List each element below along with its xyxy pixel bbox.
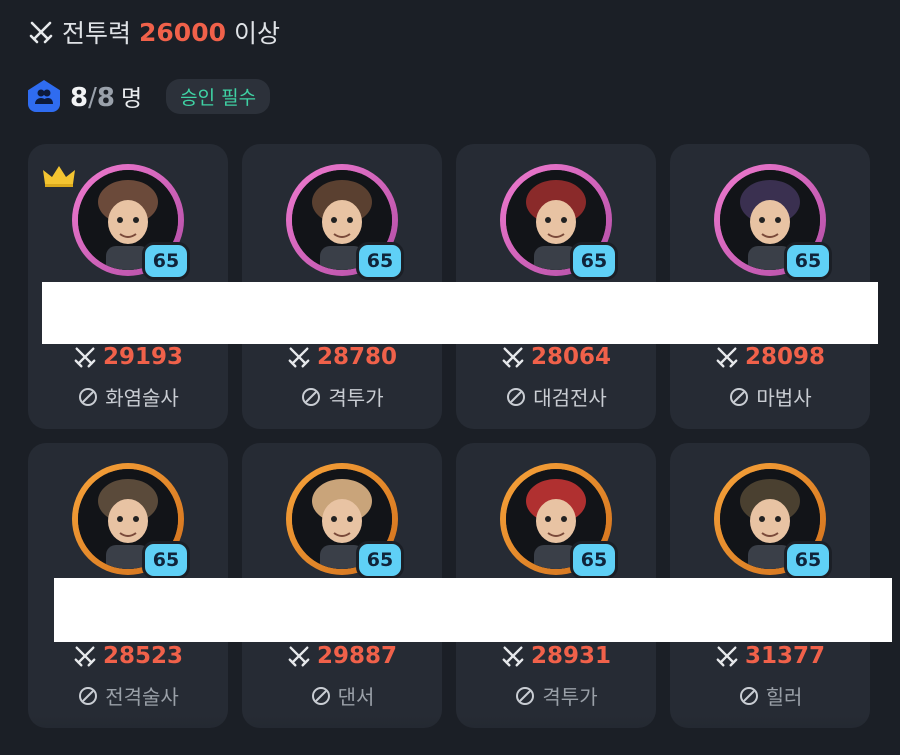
crossed-swords-icon bbox=[74, 347, 96, 368]
approval-required-badge: 승인 필수 bbox=[166, 78, 271, 114]
member-class: 대검전사 bbox=[456, 382, 656, 411]
combat-power-value: 29193 bbox=[102, 344, 184, 370]
crossed-swords-icon bbox=[716, 646, 738, 667]
redacted-names-row-2 bbox=[54, 578, 892, 642]
level-badge: 65 bbox=[784, 242, 832, 280]
member-avatar: 65 bbox=[500, 164, 618, 280]
member-avatar: 65 bbox=[72, 463, 190, 579]
combat-power-value: 31377 bbox=[744, 643, 826, 669]
crossed-swords-icon bbox=[288, 347, 310, 368]
redacted-names-row-1 bbox=[42, 282, 878, 344]
member-combat-power: 28931 bbox=[456, 643, 656, 669]
class-icon bbox=[739, 686, 758, 705]
crossed-swords-icon bbox=[74, 646, 96, 667]
member-avatar: 65 bbox=[714, 463, 832, 579]
member-class: 댄서 bbox=[242, 681, 442, 710]
requirement-label: 전투력 bbox=[62, 19, 132, 48]
class-icon bbox=[79, 686, 98, 705]
level-badge: 65 bbox=[356, 242, 404, 280]
member-combat-power: 28098 bbox=[670, 344, 870, 370]
class-icon bbox=[507, 387, 526, 406]
level-badge: 65 bbox=[142, 541, 190, 579]
member-avatar: 65 bbox=[72, 164, 190, 280]
class-name: 댄서 bbox=[337, 685, 375, 709]
combat-power-value: 28098 bbox=[744, 344, 826, 370]
class-icon bbox=[516, 686, 535, 705]
member-class: 격투가 bbox=[456, 681, 656, 710]
class-name: 격투가 bbox=[542, 685, 598, 709]
member-avatar: 65 bbox=[286, 164, 404, 280]
level-badge: 65 bbox=[570, 541, 618, 579]
class-icon bbox=[302, 387, 321, 406]
level-badge: 65 bbox=[570, 242, 618, 280]
combat-power-value: 28064 bbox=[530, 344, 612, 370]
party-status: 8/8 명 승인 필수 bbox=[28, 78, 271, 114]
member-avatar: 65 bbox=[286, 463, 404, 579]
requirement-value: 26000 bbox=[139, 17, 226, 47]
crossed-swords-icon bbox=[502, 646, 524, 667]
class-name: 마법사 bbox=[756, 386, 812, 410]
requirement-suffix: 이상 bbox=[234, 19, 281, 48]
class-icon bbox=[311, 686, 330, 705]
combat-power-value: 28780 bbox=[316, 344, 398, 370]
member-class: 마법사 bbox=[670, 382, 870, 411]
crossed-swords-icon bbox=[716, 347, 738, 368]
combat-power-value: 28931 bbox=[530, 643, 612, 669]
member-class: 전격술사 bbox=[28, 681, 228, 710]
member-combat-power: 29887 bbox=[242, 643, 442, 669]
class-name: 화염술사 bbox=[105, 386, 179, 410]
member-combat-power: 28780 bbox=[242, 344, 442, 370]
class-name: 힐러 bbox=[765, 685, 803, 709]
party-count: 8/8 명 bbox=[70, 83, 143, 113]
member-class: 격투가 bbox=[242, 382, 442, 411]
member-class: 힐러 bbox=[670, 681, 870, 710]
party-members-icon bbox=[28, 80, 60, 112]
member-avatar: 65 bbox=[714, 164, 832, 280]
level-badge: 65 bbox=[784, 541, 832, 579]
member-avatar: 65 bbox=[500, 463, 618, 579]
member-class: 화염술사 bbox=[28, 382, 228, 411]
class-icon bbox=[79, 387, 98, 406]
combat-power-requirement: 전투력 26000 이상 bbox=[28, 14, 280, 50]
crossed-swords-icon bbox=[288, 646, 310, 667]
class-name: 대검전사 bbox=[533, 386, 607, 410]
leader-crown-icon bbox=[43, 166, 75, 187]
crossed-swords-icon bbox=[502, 347, 524, 368]
member-combat-power: 28064 bbox=[456, 344, 656, 370]
crossed-swords-icon bbox=[29, 21, 53, 44]
member-combat-power: 29193 bbox=[28, 344, 228, 370]
combat-power-value: 29887 bbox=[316, 643, 398, 669]
member-combat-power: 31377 bbox=[670, 643, 870, 669]
level-badge: 65 bbox=[356, 541, 404, 579]
level-badge: 65 bbox=[142, 242, 190, 280]
class-name: 격투가 bbox=[328, 386, 384, 410]
class-icon bbox=[730, 387, 749, 406]
class-name: 전격술사 bbox=[105, 685, 179, 709]
member-combat-power: 28523 bbox=[28, 643, 228, 669]
combat-power-value: 28523 bbox=[102, 643, 184, 669]
